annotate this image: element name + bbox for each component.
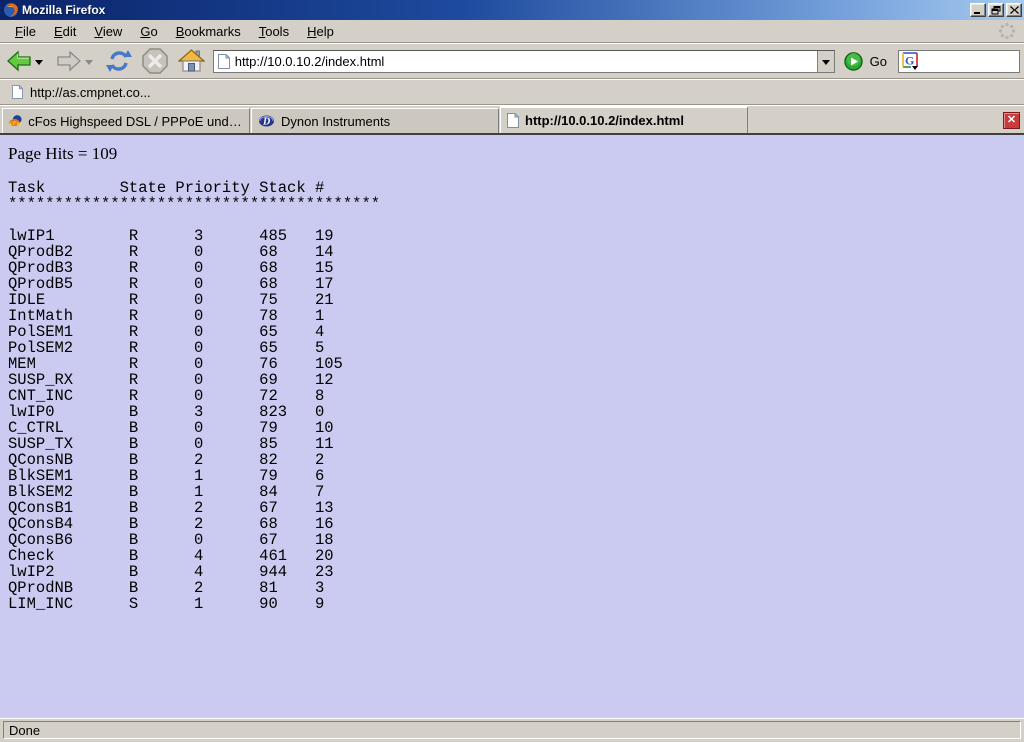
- page-content: Page Hits = 109 Task State Priority Stac…: [0, 135, 1024, 718]
- menu-view[interactable]: View: [85, 21, 131, 42]
- stop-icon: [142, 48, 168, 74]
- close-button[interactable]: [1006, 3, 1022, 17]
- back-button[interactable]: [4, 46, 34, 76]
- svg-text:cFos: cFos: [10, 121, 22, 127]
- search-input[interactable]: [919, 52, 1019, 70]
- home-icon: [178, 49, 205, 73]
- browser-window: Mozilla Firefox File Edit View Go Bookma…: [0, 0, 1024, 742]
- svg-text:G: G: [905, 54, 914, 68]
- tab-label: http://10.0.10.2/index.html: [525, 113, 684, 128]
- window-title: Mozilla Firefox: [22, 3, 968, 17]
- menu-edit[interactable]: Edit: [45, 21, 85, 42]
- svg-text:D: D: [262, 117, 270, 128]
- page-icon: [12, 85, 23, 99]
- google-icon[interactable]: G: [902, 52, 919, 70]
- tab-label: cFos Highspeed DSL / PPPoE und ISDN CAP.…: [28, 114, 243, 129]
- title-bar: Mozilla Firefox: [0, 0, 1024, 20]
- home-button[interactable]: [176, 46, 207, 76]
- forward-dropdown-caret[interactable]: [85, 60, 93, 65]
- bookmarks-toolbar: http://as.cmpnet.co...: [0, 79, 1024, 105]
- page-hits-text: Page Hits = 109: [8, 144, 1016, 164]
- tab-cfos[interactable]: cFos cFos Highspeed DSL / PPPoE und ISDN…: [2, 108, 250, 133]
- cfos-icon: cFos: [9, 113, 22, 129]
- back-icon: [6, 50, 32, 72]
- url-dropdown-button[interactable]: [817, 51, 834, 72]
- menu-file[interactable]: File: [6, 21, 45, 42]
- go-button[interactable]: Go: [870, 54, 887, 69]
- forward-icon: [56, 50, 82, 72]
- page-icon: [218, 54, 230, 69]
- task-table: Task State Priority Stack # ************…: [8, 180, 1016, 612]
- status-text: Done: [3, 721, 1021, 739]
- page-icon: [507, 113, 519, 128]
- go-icon[interactable]: [844, 52, 863, 71]
- firefox-icon: [3, 2, 19, 18]
- tab-dynon[interactable]: D Dynon Instruments: [251, 108, 499, 133]
- menu-help[interactable]: Help: [298, 21, 343, 42]
- navigation-toolbar: http://10.0.10.2/index.html Go G: [0, 43, 1024, 79]
- tab-bar: cFos cFos Highspeed DSL / PPPoE und ISDN…: [0, 105, 1024, 135]
- search-box[interactable]: G: [898, 50, 1020, 73]
- menu-tools[interactable]: Tools: [250, 21, 298, 42]
- tab-index-active[interactable]: http://10.0.10.2/index.html: [500, 106, 748, 133]
- close-tab-button[interactable]: ✕: [1003, 112, 1020, 129]
- dynon-icon: D: [258, 114, 275, 128]
- menu-go[interactable]: Go: [131, 21, 166, 42]
- menu-bar: File Edit View Go Bookmarks Tools Help: [0, 20, 1024, 43]
- reload-button[interactable]: [104, 46, 134, 76]
- menu-bookmarks[interactable]: Bookmarks: [167, 21, 250, 42]
- forward-button[interactable]: [54, 46, 84, 76]
- minimize-button[interactable]: [970, 3, 986, 17]
- restore-button[interactable]: [988, 3, 1004, 17]
- reload-icon: [106, 49, 132, 73]
- stop-button[interactable]: [140, 46, 170, 76]
- status-bar: Done: [0, 718, 1024, 742]
- bookmark-label: http://as.cmpnet.co...: [30, 85, 151, 100]
- tab-label: Dynon Instruments: [281, 114, 390, 129]
- url-bar[interactable]: http://10.0.10.2/index.html: [213, 50, 835, 73]
- throbber-icon: [998, 22, 1016, 40]
- bookmark-item[interactable]: http://as.cmpnet.co...: [8, 83, 155, 102]
- back-dropdown-caret[interactable]: [35, 60, 43, 65]
- url-input[interactable]: http://10.0.10.2/index.html: [235, 54, 817, 69]
